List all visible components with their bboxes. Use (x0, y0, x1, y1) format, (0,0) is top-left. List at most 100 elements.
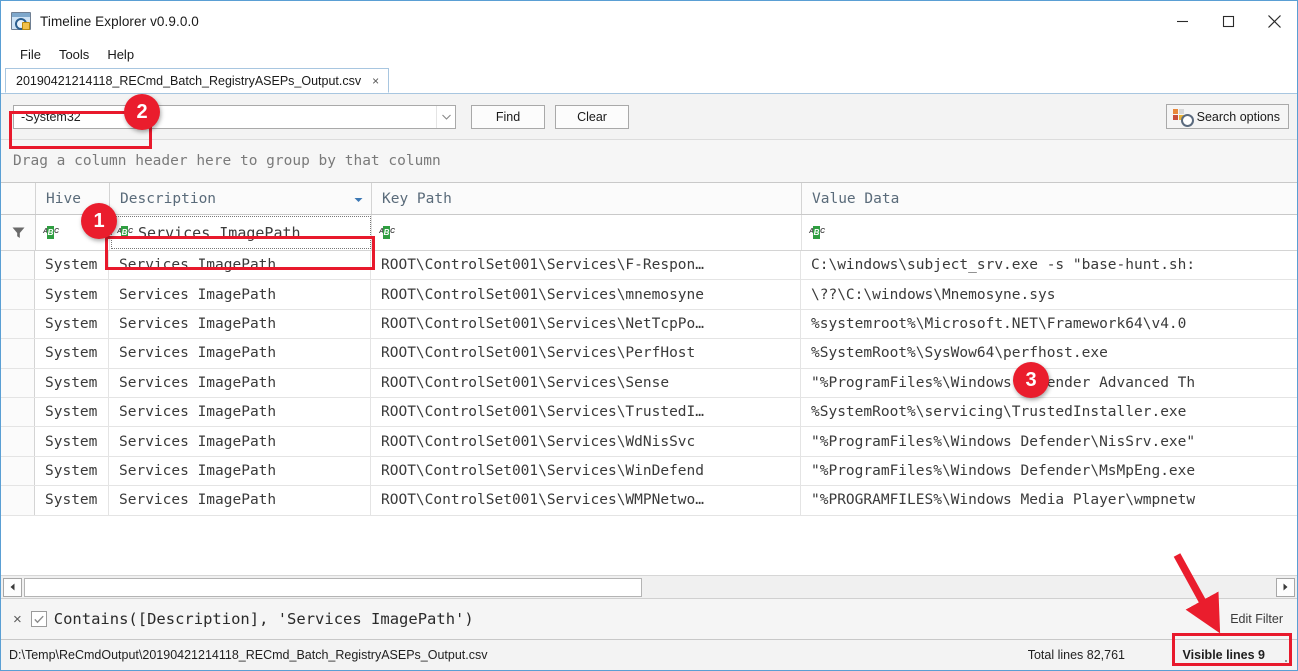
row-indicator-cell[interactable] (1, 309, 35, 339)
table-cell-desc[interactable]: Services ImagePath (109, 486, 371, 515)
filter-expression[interactable]: Contains([Description], 'Services ImageP… (54, 610, 474, 628)
table-cell-value[interactable]: \??\C:\windows\Mnemosyne.sys (801, 280, 1297, 308)
column-header-hive[interactable]: Hive (36, 183, 110, 214)
column-header-key-path-label: Key Path (382, 190, 452, 207)
menu-item-file[interactable]: File (11, 44, 50, 65)
filter-cell-key-path[interactable]: ABC (372, 215, 802, 250)
scroll-left-icon[interactable] (3, 577, 22, 597)
column-header-description-label: Description (120, 190, 217, 207)
column-header-value-data[interactable]: Value Data (802, 183, 1297, 214)
row-indicator-cell[interactable] (1, 280, 35, 309)
table-cell-desc[interactable]: Services ImagePath (109, 339, 371, 368)
menu-item-tools[interactable]: Tools (50, 44, 98, 65)
filter-cell-description[interactable]: ABC Services ImagePath (110, 215, 372, 250)
table-cell-key[interactable]: ROOT\ControlSet001\Services\mnemosyne (371, 280, 801, 309)
table-cell-key[interactable]: ROOT\ControlSet001\Services\WinDefend (371, 456, 801, 486)
table-cell-value[interactable]: %SystemRoot%\servicing\TrustedInstaller.… (801, 398, 1297, 426)
menu-item-help[interactable]: Help (98, 44, 143, 65)
table-row[interactable]: System Services ImagePath ROOT\ControlSet0… (1, 486, 1297, 516)
table-cell-key[interactable]: ROOT\ControlSet001\Services\PerfHost (371, 339, 801, 368)
row-indicator-cell[interactable] (1, 251, 35, 280)
table-cell-value[interactable]: "%ProgramFiles%\Windows Defender\MsMpEng… (801, 457, 1297, 485)
minimize-icon[interactable] (1159, 1, 1205, 41)
table-cell-value[interactable]: C:\windows\subject_srv.exe -s "base-hunt… (801, 251, 1297, 279)
scroll-right-icon[interactable] (1276, 577, 1295, 597)
search-combo[interactable] (13, 104, 456, 129)
status-bar: D:\Temp\ReCmdOutput\20190421214118_RECmd… (1, 639, 1297, 670)
edit-filter-button[interactable]: Edit Filter (1230, 612, 1283, 626)
table-cell-hive[interactable]: System (35, 427, 109, 456)
scrollbar-track[interactable] (642, 579, 1274, 596)
filter-cell-hive[interactable]: ABC (36, 215, 110, 250)
table-row[interactable]: System Services ImagePath ROOT\ControlSet0… (1, 339, 1297, 369)
table-cell-key[interactable]: ROOT\ControlSet001\Services\F-Respon… (371, 251, 801, 280)
table-cell-desc[interactable]: Services ImagePath (109, 427, 371, 456)
table-cell-desc[interactable]: Services ImagePath (109, 368, 371, 397)
table-cell-desc[interactable]: Services ImagePath (109, 397, 371, 427)
search-input[interactable] (14, 104, 436, 129)
find-button[interactable]: Find (471, 104, 545, 129)
row-indicator-cell[interactable] (1, 368, 35, 397)
tab-close-icon[interactable]: × (372, 75, 379, 87)
scrollbar-thumb[interactable] (24, 577, 642, 597)
abc-text-filter-icon: ABC (379, 226, 395, 239)
group-by-panel[interactable]: Drag a column header here to group by th… (1, 140, 1297, 183)
data-grid: Hive Description Key Path Value Data ABC (1, 183, 1297, 575)
window-controls (1159, 1, 1297, 41)
menu-bar: File Tools Help (1, 41, 1297, 67)
table-row[interactable]: System Services ImagePath ROOT\ControlSet0… (1, 251, 1297, 281)
table-cell-hive[interactable]: System (35, 339, 109, 368)
tab-csv-file[interactable]: 20190421214118_RECmd_Batch_RegistryASEPs… (5, 68, 390, 93)
close-icon[interactable] (1251, 1, 1297, 41)
clear-button[interactable]: Clear (555, 104, 629, 129)
row-indicator-cell[interactable] (1, 486, 35, 515)
column-header-hive-label: Hive (46, 190, 81, 207)
table-row[interactable]: System Services ImagePath ROOT\ControlSet0… (1, 309, 1297, 340)
table-cell-desc[interactable]: Services ImagePath (109, 280, 371, 309)
table-cell-desc[interactable]: Services ImagePath (109, 309, 371, 339)
table-cell-value[interactable]: "%ProgramFiles%\Windows Defender\NisSrv.… (801, 427, 1297, 455)
abc-text-filter-icon: ABC (809, 226, 825, 239)
table-cell-key[interactable]: ROOT\ControlSet001\Services\TrustedI… (371, 397, 801, 427)
horizontal-scrollbar[interactable] (1, 575, 1297, 598)
table-cell-desc[interactable]: Services ImagePath (109, 251, 371, 280)
table-cell-key[interactable]: ROOT\ControlSet001\Services\NetTcpPo… (371, 309, 801, 339)
tab-strip: 20190421214118_RECmd_Batch_RegistryASEPs… (1, 67, 1297, 94)
table-cell-value[interactable]: "%PROGRAMFILES%\Windows Media Player\wmp… (801, 486, 1297, 514)
table-cell-key[interactable]: ROOT\ControlSet001\Services\Sense (371, 368, 801, 397)
filter-cell-value-data[interactable]: ABC (802, 215, 1297, 250)
table-cell-value[interactable]: %systemroot%\Microsoft.NET\Framework64\v… (801, 310, 1297, 338)
filter-cell-description-value: Services ImagePath (138, 223, 301, 242)
chevron-down-icon[interactable] (436, 105, 455, 128)
table-cell-hive[interactable]: System (35, 397, 109, 427)
maximize-icon[interactable] (1205, 1, 1251, 41)
table-row[interactable]: System Services ImagePath ROOT\ControlSet0… (1, 456, 1297, 487)
search-options-button[interactable]: Search options (1165, 104, 1289, 129)
column-header-description[interactable]: Description (110, 183, 372, 214)
table-cell-value[interactable]: %SystemRoot%\SysWow64\perfhost.exe (801, 339, 1297, 367)
table-row[interactable]: System Services ImagePath ROOT\ControlSet0… (1, 427, 1297, 457)
row-indicator-cell[interactable] (1, 339, 35, 368)
table-cell-key[interactable]: ROOT\ControlSet001\Services\WdNisSvc (371, 427, 801, 456)
filter-funnel-icon[interactable] (1, 215, 36, 250)
table-cell-hive[interactable]: System (35, 280, 109, 309)
table-cell-hive[interactable]: System (35, 456, 109, 486)
column-header-key-path[interactable]: Key Path (372, 183, 802, 214)
row-indicator-cell[interactable] (1, 456, 35, 486)
filter-clear-icon[interactable]: × (13, 611, 22, 628)
table-cell-hive[interactable]: System (35, 309, 109, 339)
table-cell-hive[interactable]: System (35, 251, 109, 280)
abc-text-filter-icon: ABC (117, 226, 133, 239)
filter-enabled-checkbox[interactable] (30, 611, 47, 627)
table-row[interactable]: System Services ImagePath ROOT\ControlSet0… (1, 397, 1297, 428)
table-cell-value[interactable]: "%ProgramFiles%\Windows Defender Advance… (801, 369, 1297, 397)
row-indicator-cell[interactable] (1, 427, 35, 456)
table-cell-hive[interactable]: System (35, 368, 109, 397)
table-cell-desc[interactable]: Services ImagePath (109, 456, 371, 486)
table-row[interactable]: System Services ImagePath ROOT\ControlSet0… (1, 280, 1297, 310)
table-row[interactable]: System Services ImagePath ROOT\ControlSet0… (1, 368, 1297, 398)
table-cell-key[interactable]: ROOT\ControlSet001\Services\WMPNetwo… (371, 486, 801, 515)
row-indicator-cell[interactable] (1, 397, 35, 427)
table-cell-hive[interactable]: System (35, 486, 109, 515)
resize-grip-icon[interactable] (1281, 656, 1292, 667)
